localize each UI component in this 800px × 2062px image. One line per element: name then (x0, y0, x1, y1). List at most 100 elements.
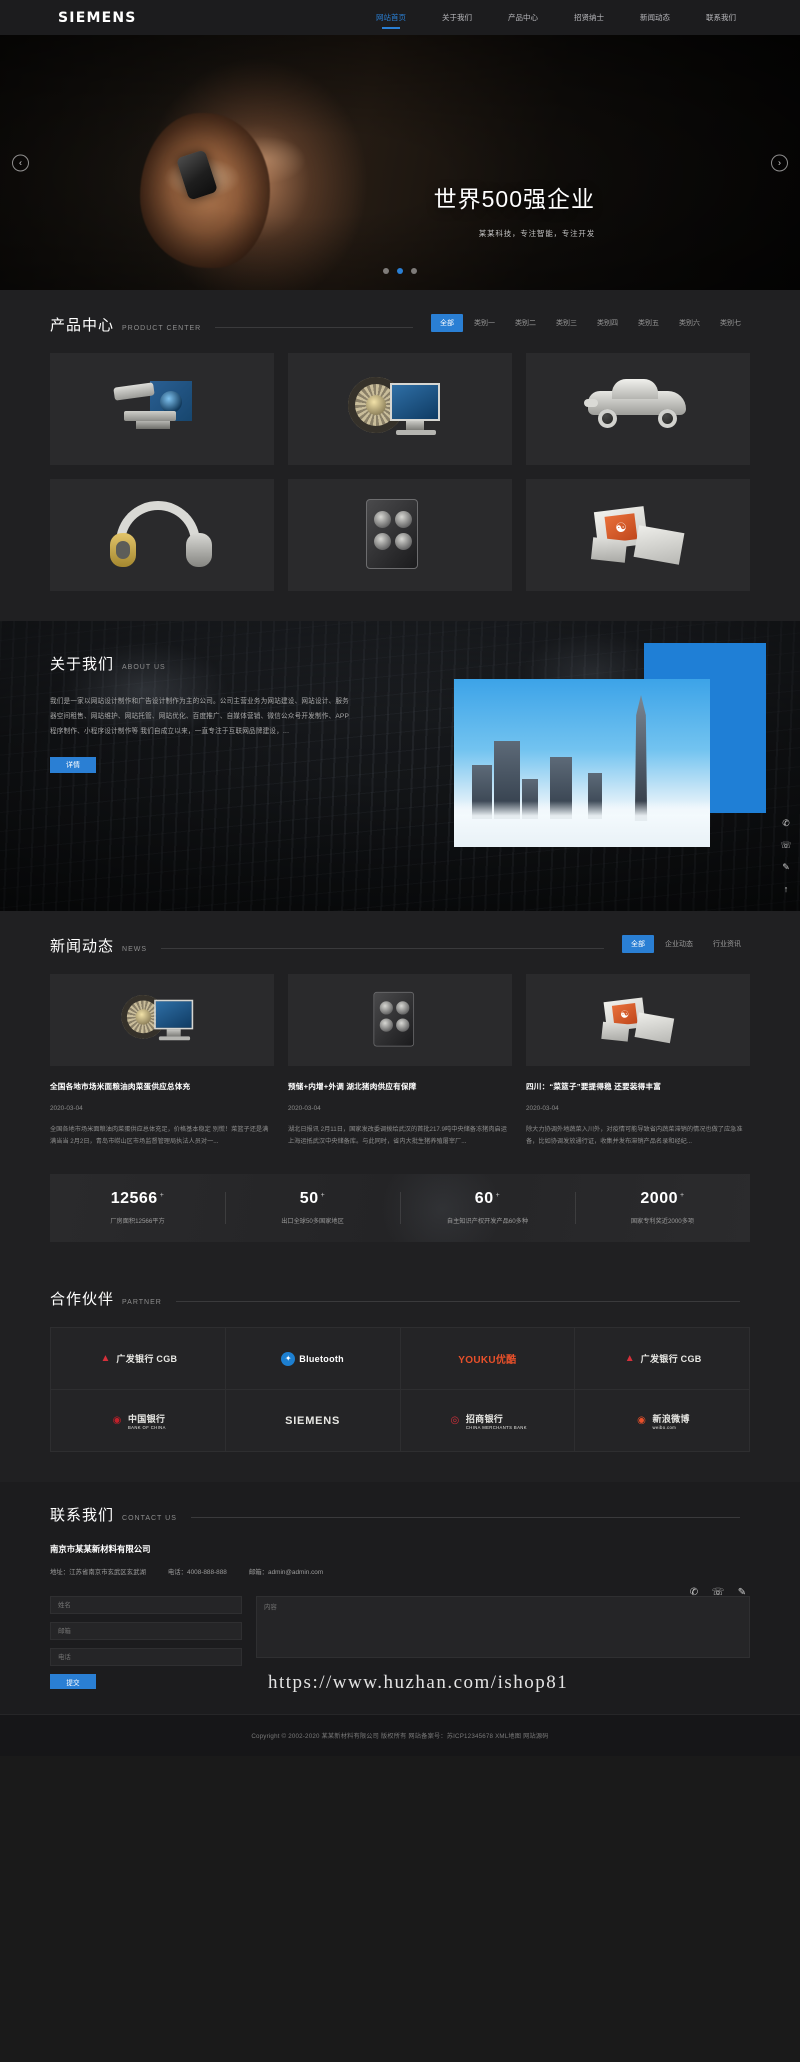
contact-email: 邮箱：admin@admin.com (248, 1569, 324, 1577)
contact-title-en: CONTACT US (122, 1515, 177, 1523)
news-tabs: 全部 企业动态 行业资讯 (622, 935, 750, 954)
product-card[interactable] (288, 479, 512, 591)
floating-side-toolbar: ✆ ☏ ✎ ↑ (780, 817, 792, 895)
news-item-title: 全国各地市场米面粮油肉菜蛋供应总体充 (50, 1082, 191, 1091)
about-body: 我们是一家以网站设计制作和广告设计制作为主的公司。公司主营业务为网站建设、网站设… (50, 694, 350, 774)
partner-logo-cgb-2[interactable]: ▲ 广发银行 CGB (575, 1328, 750, 1391)
site-logo[interactable]: SIEMENS (58, 10, 137, 26)
banner-dot-2[interactable] (397, 268, 403, 274)
product-grid: ☯ (50, 353, 750, 591)
phone-input[interactable] (50, 1648, 242, 1667)
product-tab-7[interactable]: 类别七 (711, 314, 750, 332)
stat-label: 自主知识产权开发产品60多种 (446, 1218, 529, 1226)
stat-suffix: + (320, 1192, 326, 1200)
product-card[interactable] (50, 479, 274, 591)
product-tab-2[interactable]: 类别二 (506, 314, 545, 332)
banner-dots (383, 268, 417, 274)
boxes-product-icon: ☯ (578, 493, 698, 577)
product-tab-4[interactable]: 类别四 (588, 314, 627, 332)
divider-line (215, 327, 413, 328)
boc-mark-icon: ◉ (112, 1415, 122, 1427)
stat-label: 厂房面积12566平方 (110, 1218, 165, 1226)
news-tab-company[interactable]: 企业动态 (656, 935, 702, 953)
news-title: 新闻动态 (50, 938, 115, 955)
email-input[interactable] (50, 1622, 242, 1641)
nav-item-home[interactable]: 网站首页 (358, 0, 424, 35)
about-section: 关于我们 ABOUT US 我们是一家以网站设计制作和广告设计制作为主的公司。公… (0, 621, 800, 911)
site-header: SIEMENS 网站首页 关于我们 产品中心 招贤纳士 新闻动态 联系我们 (0, 0, 800, 35)
submit-button[interactable]: 提交 (50, 1674, 96, 1690)
camera-product-icon (102, 367, 222, 451)
news-thumbnail (288, 974, 512, 1066)
contact-header: 联系我们 CONTACT US (50, 1482, 750, 1537)
nav-item-careers[interactable]: 招贤纳士 (556, 0, 622, 35)
banner-caption: 世界500强企业 某某科技，专注智能，专注开发 (434, 185, 595, 239)
nav-item-news[interactable]: 新闻动态 (622, 0, 688, 35)
stat-label: 国家专利奖近2000多项 (630, 1218, 695, 1226)
partner-logo-cmb[interactable]: ◎ 招商银行 CHINA MERCHANTS BANK (400, 1390, 576, 1453)
news-item[interactable]: 全国各地市场米面粮油肉菜蛋供应总体充 2020-03-04 全国各地市场米面粮油… (50, 974, 274, 1148)
products-section: 产品中心 PRODUCT CENTER 全部 类别一 类别二 类别三 类别四 类… (0, 290, 800, 621)
partner-logo-cgb[interactable]: ▲ 广发银行 CGB (51, 1328, 226, 1391)
phone-icon[interactable]: ☏ (712, 1586, 725, 1598)
product-tab-5[interactable]: 类别五 (629, 314, 668, 332)
banner-title: 世界500强企业 (433, 186, 595, 212)
partner-logo-bluetooth[interactable]: ✦ Bluetooth (225, 1328, 401, 1391)
back-to-top-icon[interactable]: ↑ (780, 883, 792, 895)
partners-section: 合作伙伴 PARTNER ▲ 广发银行 CGB ✦ Bluetooth YOUK… (0, 1268, 800, 1483)
product-card[interactable] (288, 353, 512, 465)
stat-item: 60 + 自主知识产权开发产品60多种 (400, 1191, 575, 1226)
cmb-mark-icon: ◎ (450, 1415, 460, 1427)
stat-value: 2000 (640, 1190, 678, 1208)
banner-prev-arrow-icon[interactable]: ‹ (12, 154, 29, 171)
car-product-icon (578, 367, 698, 451)
message-icon[interactable]: ✎ (736, 1586, 748, 1598)
partner-name: 广发银行 CGB (116, 1354, 178, 1365)
news-item[interactable]: 预储+内增+外调 湖北猪肉供应有保障 2020-03-04 湖北日报讯 2月11… (288, 974, 512, 1148)
stat-suffix: + (495, 1192, 501, 1200)
news-tab-all[interactable]: 全部 (622, 935, 654, 953)
partner-logo-youku[interactable]: YOUKU优酷 (400, 1328, 576, 1391)
nav-item-products[interactable]: 产品中心 (490, 0, 556, 35)
boxes-product-icon: ☯ (591, 987, 685, 1053)
name-input[interactable] (50, 1596, 242, 1615)
about-description: 我们是一家以网站设计制作和广告设计制作为主的公司。公司主营业务为网站建设、网站设… (50, 698, 350, 736)
product-tab-3[interactable]: 类别三 (547, 314, 586, 332)
message-icon[interactable]: ✎ (780, 861, 792, 873)
news-item-title: 四川：“菜篮子”要提得稳 还要装得丰富 (526, 1082, 662, 1091)
tower-pc-product-icon (353, 987, 447, 1053)
product-card[interactable]: ☯ (526, 479, 750, 591)
product-card[interactable] (526, 353, 750, 465)
wechat-icon[interactable]: ✆ (780, 817, 792, 829)
product-tab-6[interactable]: 类别六 (670, 314, 709, 332)
stat-suffix: + (680, 1192, 685, 1200)
bluetooth-mark-icon: ✦ (281, 1351, 296, 1366)
partner-name: SIEMENS (285, 1414, 341, 1427)
nav-item-about[interactable]: 关于我们 (424, 0, 490, 35)
product-tab-1[interactable]: 类别一 (465, 314, 504, 332)
nav-item-contact[interactable]: 联系我们 (688, 0, 754, 35)
partner-logo-weibo[interactable]: ◉ 新浪微博 weibo.com (575, 1390, 750, 1453)
news-item[interactable]: ☯ 四川：“菜篮子”要提得稳 还要装得丰富 2020-03-04 除大力协调外地… (526, 974, 750, 1148)
banner-dot-1[interactable] (383, 268, 389, 274)
contact-social-icons: ✆ ☏ ✎ (688, 1586, 748, 1598)
wechat-icon[interactable]: ✆ (688, 1586, 700, 1598)
divider-line (161, 948, 604, 949)
news-tab-industry[interactable]: 行业资讯 (704, 935, 750, 953)
banner-next-arrow-icon[interactable]: › (771, 154, 788, 171)
stat-item: 12566 + 厂房面积12566平方 (50, 1191, 225, 1226)
about-detail-button[interactable]: 详情 (50, 757, 96, 774)
product-tab-all[interactable]: 全部 (431, 314, 463, 332)
phone-icon[interactable]: ☏ (780, 839, 792, 851)
banner-dot-3[interactable] (411, 268, 417, 274)
product-card[interactable] (50, 353, 274, 465)
news-item-summary: 全国各地市场米面粮油肉菜蛋供应总体充足，价格基本稳定 别慌！菜篮子还是满满当当 … (50, 1125, 269, 1146)
divider-line (190, 1517, 740, 1519)
message-textarea[interactable] (256, 1596, 750, 1659)
banner-vignette (0, 35, 800, 290)
stat-suffix: + (159, 1192, 165, 1200)
partner-subtitle: BANK OF CHINA (127, 1424, 166, 1430)
partner-logo-siemens[interactable]: SIEMENS (225, 1390, 401, 1453)
partner-logo-boc[interactable]: ◉ 中国银行 BANK OF CHINA (51, 1390, 226, 1453)
contact-phone: 电话：4008-888-888 (167, 1569, 227, 1577)
